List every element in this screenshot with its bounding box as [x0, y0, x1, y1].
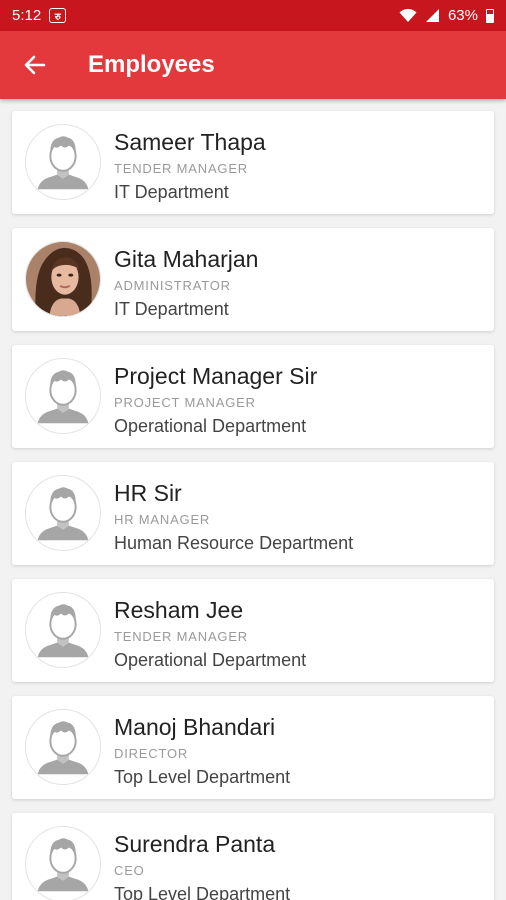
employee-role: CEO	[114, 863, 145, 878]
employee-name: Resham Jee	[114, 597, 244, 623]
employee-department: Operational Department	[114, 416, 307, 436]
app-notification-icon: रु	[49, 8, 67, 23]
status-bar: 5:12 रु 63%	[0, 0, 506, 31]
person-placeholder-icon	[25, 475, 101, 551]
employee-name: Sameer Thapa	[114, 129, 266, 155]
profile-photo	[25, 241, 101, 317]
battery-percent: 63%	[447, 7, 478, 24]
status-time: 5:12	[12, 7, 42, 24]
status-right: 63%	[399, 7, 494, 24]
employee-card[interactable]: Project Manager Sir PROJECT MANAGER Operat…	[12, 345, 494, 448]
employee-department: IT Department	[114, 299, 229, 319]
person-placeholder-icon	[25, 592, 101, 668]
person-placeholder-icon	[25, 124, 101, 200]
person-placeholder-icon	[25, 709, 101, 785]
employee-department: Top Level Department	[114, 884, 291, 900]
back-button[interactable]	[0, 31, 70, 99]
employee-name: HR Sir	[114, 480, 182, 506]
employee-name: Gita Maharjan	[114, 246, 259, 272]
employee-role: TENDER MANAGER	[114, 629, 248, 644]
employee-name: Project Manager Sir	[114, 363, 318, 389]
employee-card[interactable]: HR Sir HR MANAGER Human Resource Departmen…	[12, 462, 494, 565]
employee-department: Human Resource Department	[114, 533, 354, 553]
employee-role: ADMINISTRATOR	[114, 278, 231, 293]
employee-role: HR MANAGER	[114, 512, 211, 527]
employee-role: TENDER MANAGER	[114, 161, 248, 176]
employee-card[interactable]: Gita Maharjan ADMINISTRATOR IT Department	[12, 228, 494, 331]
employee-name: Manoj Bhandari	[114, 714, 276, 740]
employee-name: Surendra Panta	[114, 831, 276, 857]
employee-card[interactable]: Surendra Panta CEO Top Level Department	[12, 813, 494, 900]
app-bar: Employees	[0, 31, 506, 99]
cell-signal-icon	[425, 9, 439, 22]
employee-card[interactable]: Manoj Bhandari DIRECTOR Top Level Departme…	[12, 696, 494, 799]
employee-card[interactable]: Sameer Thapa TENDER MANAGER IT Department	[12, 111, 494, 214]
employee-card[interactable]: Resham Jee TENDER MANAGER Operational Depa…	[12, 579, 494, 682]
employee-department: Operational Department	[114, 650, 307, 670]
wifi-icon	[399, 8, 417, 22]
page-title: Employees	[88, 51, 215, 78]
employee-department: IT Department	[114, 182, 229, 202]
employee-role: PROJECT MANAGER	[114, 395, 256, 410]
employee-department: Top Level Department	[114, 767, 291, 787]
status-left: 5:12 रु	[12, 7, 67, 24]
battery-icon	[486, 8, 494, 23]
employee-list[interactable]: Sameer Thapa TENDER MANAGER IT Department …	[0, 99, 506, 900]
arrow-back-icon	[24, 55, 46, 75]
person-placeholder-icon	[25, 826, 101, 900]
employee-role: DIRECTOR	[114, 746, 189, 761]
person-placeholder-icon	[25, 358, 101, 434]
